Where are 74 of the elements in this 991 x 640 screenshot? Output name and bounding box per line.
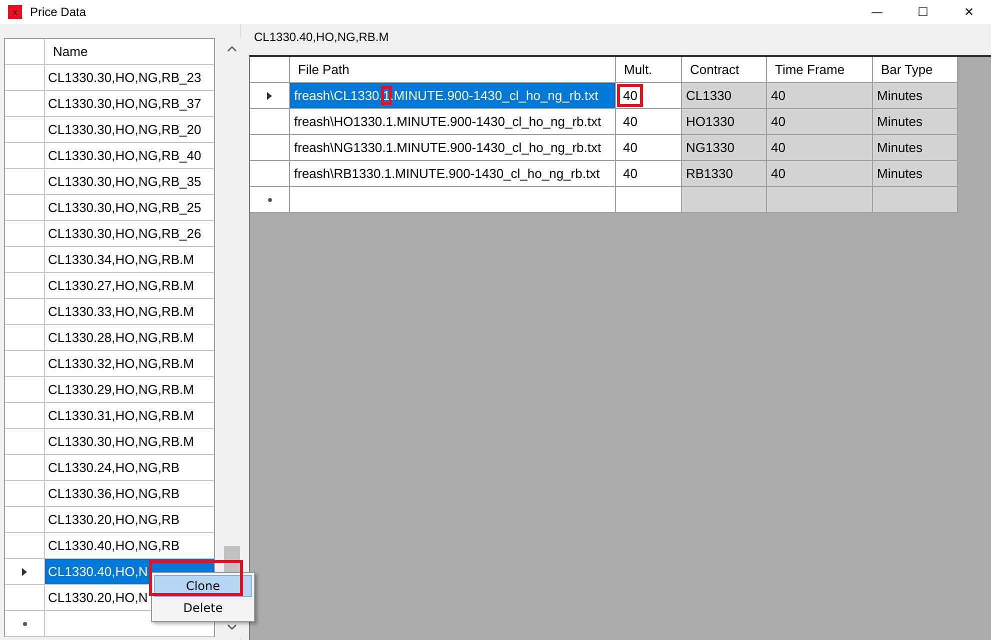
row-header[interactable]: [5, 507, 45, 533]
name-cell[interactable]: CL1330.30,HO,NG,RB_25: [45, 195, 214, 221]
row-header[interactable]: [250, 187, 290, 213]
row-header[interactable]: [5, 429, 45, 455]
file-path-cell[interactable]: freash\NG1330.1.MINUTE.900-1430_cl_ho_ng_rb.txt: [290, 135, 616, 161]
column-header[interactable]: Name: [45, 39, 214, 65]
time-frame-cell: 40: [767, 83, 873, 109]
name-cell[interactable]: CL1330.36,HO,NG,RB: [45, 481, 214, 507]
new-row-icon: [268, 198, 272, 202]
contract-cell: HO1330: [682, 109, 767, 135]
row-header[interactable]: [250, 161, 290, 187]
row-header[interactable]: [5, 455, 45, 481]
scroll-up-icon[interactable]: [227, 46, 237, 52]
row-header[interactable]: [5, 403, 45, 429]
name-cell[interactable]: CL1330.32,HO,NG,RB.M: [45, 351, 214, 377]
bar-type-cell: Minutes: [873, 161, 958, 187]
name-cell[interactable]: CL1330.31,HO,NG,RB.M: [45, 403, 214, 429]
row-header[interactable]: [250, 135, 290, 161]
time-frame-cell: 40: [767, 109, 873, 135]
row-header[interactable]: [5, 221, 45, 247]
contract-cell: NG1330: [682, 135, 767, 161]
row-header[interactable]: [5, 273, 45, 299]
new-row-cell[interactable]: [616, 187, 682, 213]
row-header[interactable]: [5, 299, 45, 325]
bar-type-cell: Minutes: [873, 109, 958, 135]
app-icon: x: [8, 5, 22, 19]
contract-cell: CL1330: [682, 83, 767, 109]
row-header[interactable]: [5, 247, 45, 273]
row-header[interactable]: [5, 585, 45, 611]
new-row-cell[interactable]: [290, 187, 616, 213]
row-header[interactable]: [5, 559, 45, 585]
name-cell[interactable]: CL1330.30,HO,NG,RB_23: [45, 65, 214, 91]
new-row-icon: [22, 622, 26, 626]
row-header[interactable]: [250, 109, 290, 135]
name-cell[interactable]: CL1330.30,HO,NG,RB_26: [45, 221, 214, 247]
window-title: Price Data: [30, 5, 86, 19]
column-header[interactable]: Contract: [682, 57, 767, 83]
name-cell[interactable]: CL1330.30,HO,NG,RB.M: [45, 429, 214, 455]
name-cell[interactable]: CL1330.27,HO,NG,RB.M: [45, 273, 214, 299]
contract-cell: RB1330: [682, 161, 767, 187]
name-cell[interactable]: CL1330.30,HO,NG,RB_37: [45, 91, 214, 117]
name-cell[interactable]: CL1330.30,HO,NG,RB_20: [45, 117, 214, 143]
time-frame-cell: 40: [767, 135, 873, 161]
row-header[interactable]: [5, 481, 45, 507]
bar-type-cell: Minutes: [873, 135, 958, 161]
row-header[interactable]: [5, 351, 45, 377]
column-header[interactable]: Time Frame: [767, 57, 873, 83]
row-header[interactable]: [250, 83, 290, 109]
time-frame-cell: 40: [767, 161, 873, 187]
row-header[interactable]: [5, 195, 45, 221]
name-cell[interactable]: CL1330.30,HO,NG,RB_35: [45, 169, 214, 195]
name-cell[interactable]: CL1330.28,HO,NG,RB.M: [45, 325, 214, 351]
group-title: CL1330.40,HO,NG,RB.M: [253, 29, 390, 46]
row-header[interactable]: [5, 377, 45, 403]
file-path-cell[interactable]: freash\HO1330.1.MINUTE.900-1430_cl_ho_ng_rb.txt: [290, 109, 616, 135]
name-cell[interactable]: CL1330.29,HO,NG,RB.M: [45, 377, 214, 403]
name-cell[interactable]: CL1330.33,HO,NG,RB.M: [45, 299, 214, 325]
row-header[interactable]: [5, 91, 45, 117]
row-header[interactable]: [5, 325, 45, 351]
name-cell[interactable]: CL1330.24,HO,NG,RB: [45, 455, 214, 481]
column-header[interactable]: File Path: [290, 57, 616, 83]
column-header[interactable]: Bar Type: [873, 57, 958, 83]
bar-type-cell: Minutes: [873, 83, 958, 109]
row-header[interactable]: [5, 143, 45, 169]
name-cell[interactable]: CL1330.20,HO,NG,RB: [45, 507, 214, 533]
row-header[interactable]: [5, 65, 45, 91]
name-cell[interactable]: CL1330.30,HO,NG,RB_40: [45, 143, 214, 169]
scroll-down-icon[interactable]: [227, 624, 237, 630]
row-header[interactable]: [5, 169, 45, 195]
file-path-cell[interactable]: freash\RB1330.1.MINUTE.900-1430_cl_ho_ng_rb.txt: [290, 161, 616, 187]
row-header[interactable]: [5, 117, 45, 143]
row-header[interactable]: [5, 533, 45, 559]
column-header[interactable]: Mult.: [616, 57, 682, 83]
name-cell[interactable]: CL1330.34,HO,NG,RB.M: [45, 247, 214, 273]
